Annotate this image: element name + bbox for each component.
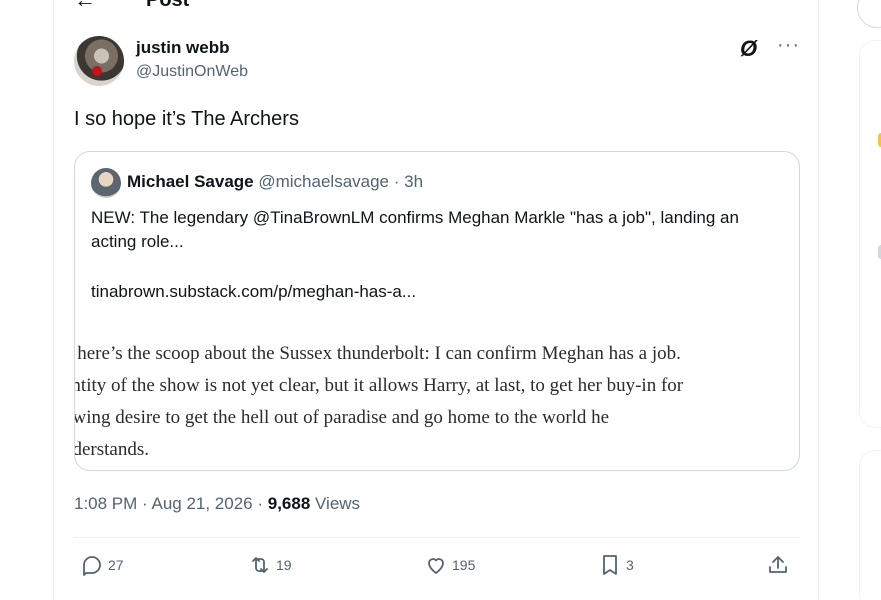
share-button[interactable]: [766, 553, 794, 577]
quoted-avatar[interactable]: [91, 168, 121, 198]
excerpt-line: nderstands.: [75, 439, 150, 460]
action-bar: 27 19 195 3: [74, 553, 800, 585]
bookmark-button[interactable]: 3: [598, 553, 634, 577]
quoted-author-name[interactable]: Michael Savage: [127, 172, 254, 191]
excerpt-line: entity of the show is not yet clear, but…: [74, 375, 684, 396]
views-count: 9,688: [267, 494, 311, 513]
bookmark-icon: [603, 555, 617, 575]
back-arrow-icon[interactable]: ←: [74, 0, 114, 13]
post-timestamp: 1:08 PM · Aug 21, 2026 · 9,688 Views: [74, 494, 360, 514]
tweet-text: I so hope it’s The Archers: [74, 108, 299, 130]
time-date[interactable]: 1:08 PM · Aug 21, 2026 ·: [74, 494, 268, 513]
excerpt-line: o here’s the scoop about the Sussex thun…: [74, 343, 681, 364]
repost-count: 19: [276, 557, 292, 573]
quoted-text: NEW: The legendary @TinaBrownLM confirms…: [91, 208, 739, 251]
divider: [74, 537, 800, 538]
author-handle[interactable]: @JustinOnWeb: [136, 63, 248, 81]
like-count: 195: [452, 557, 476, 573]
like-button[interactable]: 195: [424, 553, 475, 577]
quoted-link[interactable]: tinabrown.substack.com/p/meghan-has-a...: [91, 282, 416, 302]
page-title: Post: [146, 0, 189, 12]
more-options-icon[interactable]: ···: [777, 34, 800, 57]
avatar[interactable]: [74, 36, 124, 86]
repost-icon: [252, 557, 268, 573]
repost-button[interactable]: 19: [248, 553, 292, 577]
quoted-handle-time: @michaelsavage · 3h: [258, 172, 424, 191]
author-name[interactable]: justin webb: [136, 38, 230, 58]
grok-icon[interactable]: Ø: [740, 36, 757, 62]
quoted-post[interactable]: Michael Savage @michaelsavage · 3h NEW: …: [74, 151, 800, 471]
post-column: ← Post justin webb @JustinOnWeb Ø ··· I …: [53, 0, 819, 600]
left-gutter: [0, 0, 53, 600]
share-icon: [769, 556, 787, 573]
post-header: ← Post: [74, 0, 189, 14]
rail-card: [859, 450, 881, 600]
excerpt-line: owing desire to get the hell out of para…: [74, 407, 610, 428]
reply-count: 27: [108, 557, 124, 573]
reply-icon: [83, 556, 101, 576]
bookmark-count: 3: [626, 557, 634, 573]
reply-button[interactable]: 27: [80, 553, 124, 577]
rail-card: [859, 40, 881, 428]
right-rail: [819, 0, 881, 600]
quoted-header: Michael Savage @michaelsavage · 3h: [127, 172, 423, 192]
rail-search-icon[interactable]: [857, 0, 881, 28]
heart-icon: [428, 558, 444, 574]
quoted-excerpt-image[interactable]: o here’s the scoop about the Sussex thun…: [74, 338, 799, 466]
views-label: Views: [310, 494, 361, 513]
